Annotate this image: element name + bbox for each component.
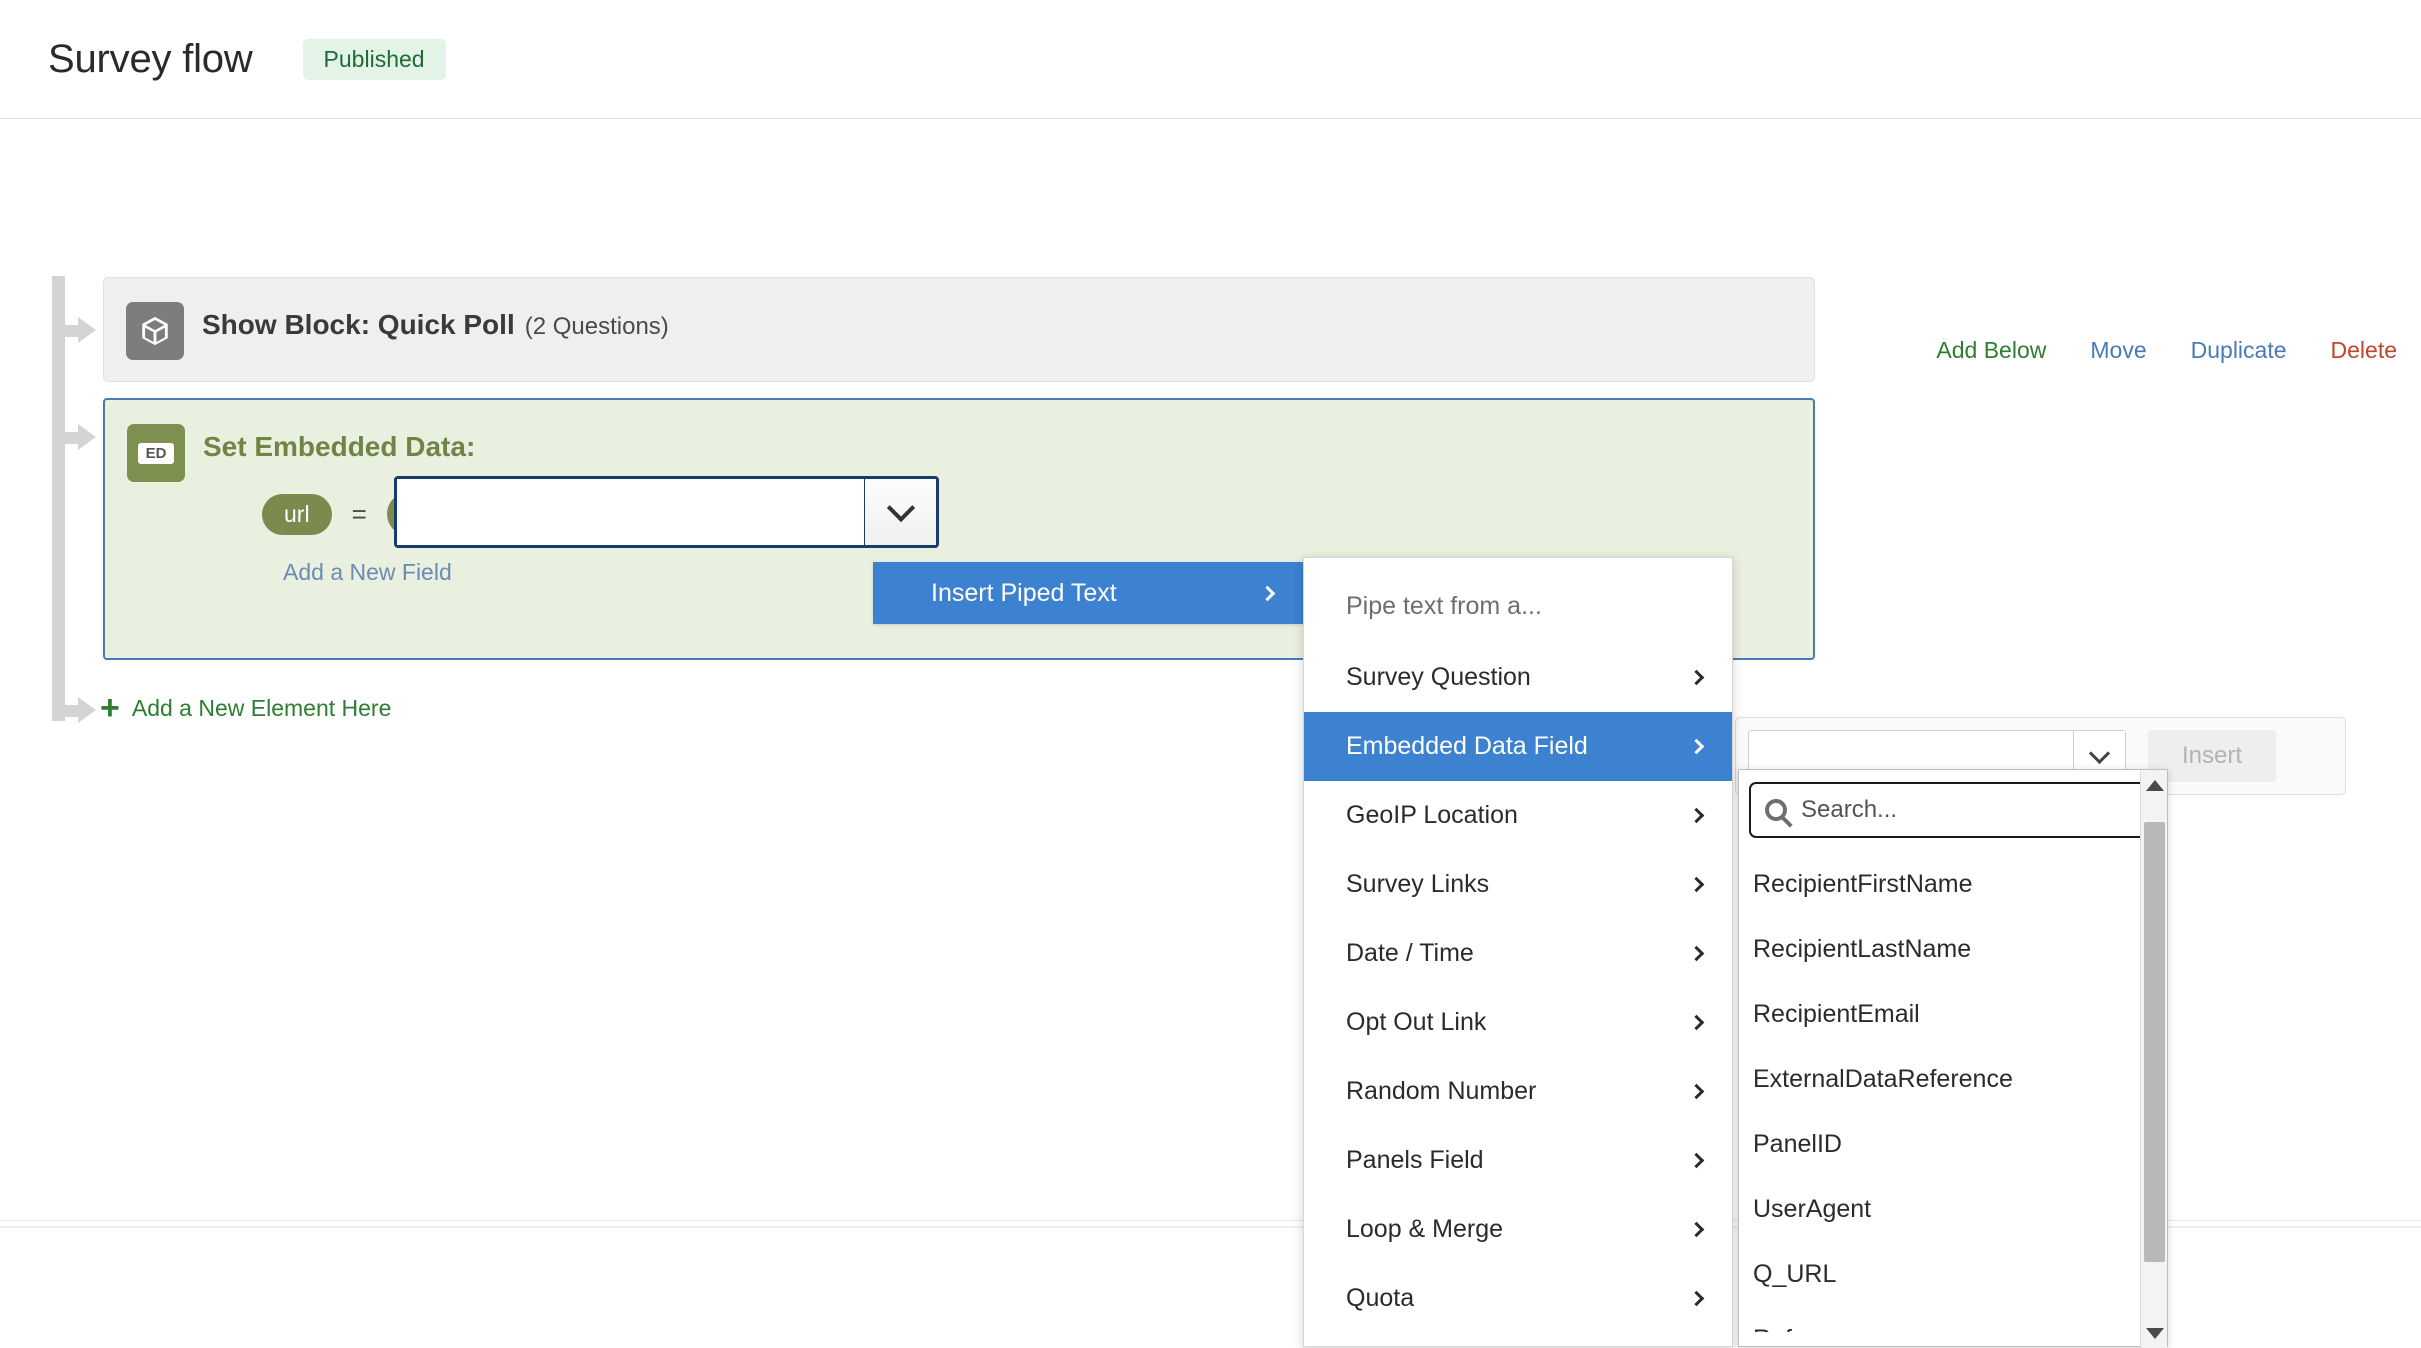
show-block-question-count: (2 Questions) (524, 313, 669, 340)
pipe-menu-item-label: Survey Links (1346, 870, 1490, 898)
plus-icon: + (100, 689, 120, 727)
pipe-menu-item-label: Loop & Merge (1346, 1215, 1504, 1243)
embedded-data-value-input[interactable] (397, 479, 864, 545)
embedded-data-field-list: RecipientFirstName RecipientLastName Rec… (1739, 852, 2167, 1332)
list-item[interactable]: RecipientEmail (1739, 982, 2167, 1047)
add-a-new-field-link[interactable]: Add a New Field (283, 559, 452, 586)
embedded-data-title: Set Embedded Data: (203, 431, 476, 462)
pipe-menu-item-label: Panels Field (1346, 1146, 1484, 1174)
chevron-right-icon (1688, 1290, 1705, 1307)
chevron-right-icon (1688, 1083, 1705, 1100)
pipe-menu-item-survey-links[interactable]: Survey Links (1304, 850, 1732, 919)
scrollbar-thumb[interactable] (2144, 822, 2165, 1262)
embedded-data-icon: ED (127, 424, 185, 482)
chevron-right-icon (1259, 585, 1276, 601)
add-new-element-label: Add a New Element Here (131, 694, 392, 721)
scroll-up-arrow-icon[interactable] (2141, 770, 2168, 800)
delete-link[interactable]: Delete (2331, 337, 2397, 364)
chevron-right-icon (1688, 738, 1705, 755)
list-item[interactable]: RecipientFirstName (1739, 852, 2167, 917)
pipe-menu-item-label: Opt Out Link (1346, 1008, 1487, 1036)
list-item[interactable]: PanelID (1739, 1112, 2167, 1177)
list-item[interactable]: RecipientLastName (1739, 917, 2167, 982)
embedded-data-icon-chip: ED (137, 442, 175, 464)
pipe-menu-item-label: Embedded Data Field (1346, 732, 1588, 760)
chevron-down-icon[interactable] (864, 479, 936, 545)
search-input[interactable] (1799, 795, 2131, 825)
pipe-menu-item-label: Random Number (1346, 1077, 1537, 1105)
flow-element-show-block[interactable]: Show Block: Quick Poll (2 Questions) (103, 277, 1815, 382)
pipe-menu-item-label: Date / Time (1346, 939, 1474, 967)
scroll-down-arrow-icon[interactable] (2141, 1318, 2168, 1348)
show-block-title: Show Block: Quick Poll (2 Questions) (202, 309, 669, 341)
chevron-right-icon (1688, 807, 1705, 824)
insert-piped-text-label: Insert Piped Text (931, 578, 1117, 607)
chevron-right-icon (1688, 1221, 1705, 1238)
pipe-menu-item-panels-field[interactable]: Panels Field (1304, 1126, 1732, 1195)
pipe-menu-item-loop-and-merge[interactable]: Loop & Merge (1304, 1195, 1732, 1264)
flow-arrow-embedded-data (52, 424, 96, 450)
pipe-menu-item-quota[interactable]: Quota (1304, 1264, 1732, 1333)
flow-arrow-block (52, 317, 96, 343)
embedded-data-field-dropdown: RecipientFirstName RecipientLastName Rec… (1738, 769, 2168, 1348)
pipe-text-menu: Pipe text from a... Survey Question Embe… (1303, 557, 1733, 1347)
add-new-element-link[interactable]: + Add a New Element Here (100, 691, 391, 725)
pipe-menu-item-label: Quota (1346, 1284, 1415, 1312)
embedded-data-field-name[interactable]: url (262, 493, 332, 535)
search-icon (1765, 799, 1787, 821)
pipe-menu-item-date-time[interactable]: Date / Time (1304, 919, 1732, 988)
page-title: Survey flow (48, 36, 253, 81)
list-item[interactable]: ExternalDataReference (1739, 1047, 2167, 1112)
page-header: Survey flow Published (0, 0, 2421, 119)
move-link[interactable]: Move (2090, 337, 2146, 364)
duplicate-link[interactable]: Duplicate (2191, 337, 2287, 364)
list-item[interactable]: Q_URL (1739, 1242, 2167, 1307)
pipe-menu-item-opt-out-link[interactable]: Opt Out Link (1304, 988, 1732, 1057)
show-block-label: Show Block: Quick Poll (202, 309, 515, 340)
pipe-menu-item-survey-question[interactable]: Survey Question (1304, 643, 1732, 712)
pipe-menu-item-geoip-location[interactable]: GeoIP Location (1304, 781, 1732, 850)
chevron-right-icon (1688, 876, 1705, 893)
embedded-data-value-combo[interactable] (394, 476, 939, 548)
chevron-right-icon (1688, 945, 1705, 962)
cube-icon (126, 302, 184, 360)
pipe-menu-item-embedded-data-field[interactable]: Embedded Data Field (1304, 712, 1732, 781)
status-badge: Published (302, 38, 446, 80)
equals-sign: = (351, 498, 367, 529)
list-item[interactable]: UserAgent (1739, 1177, 2167, 1242)
flow-arrow-add-element (52, 697, 96, 723)
survey-flow-canvas: Show Block: Quick Poll (2 Questions) Add … (0, 119, 2421, 1348)
dropdown-scrollbar[interactable] (2140, 770, 2167, 1348)
chevron-right-icon (1688, 669, 1705, 686)
chevron-right-icon (1688, 1014, 1705, 1031)
pipe-menu-item-label: Survey Question (1346, 663, 1531, 691)
pipe-menu-item-random-number[interactable]: Random Number (1304, 1057, 1732, 1126)
embedded-data-search-wrapper[interactable] (1749, 782, 2147, 838)
pipe-menu-item-label: GeoIP Location (1346, 801, 1518, 829)
show-block-actions: Add Below Move Duplicate Delete (1936, 337, 2397, 364)
chevron-right-icon (1688, 1152, 1705, 1169)
list-item[interactable]: Referer (1739, 1307, 2167, 1332)
insert-piped-text-button[interactable]: Insert Piped Text (873, 562, 1303, 624)
add-below-link[interactable]: Add Below (1936, 337, 2046, 364)
pipe-menu-header: Pipe text from a... (1346, 592, 1542, 620)
